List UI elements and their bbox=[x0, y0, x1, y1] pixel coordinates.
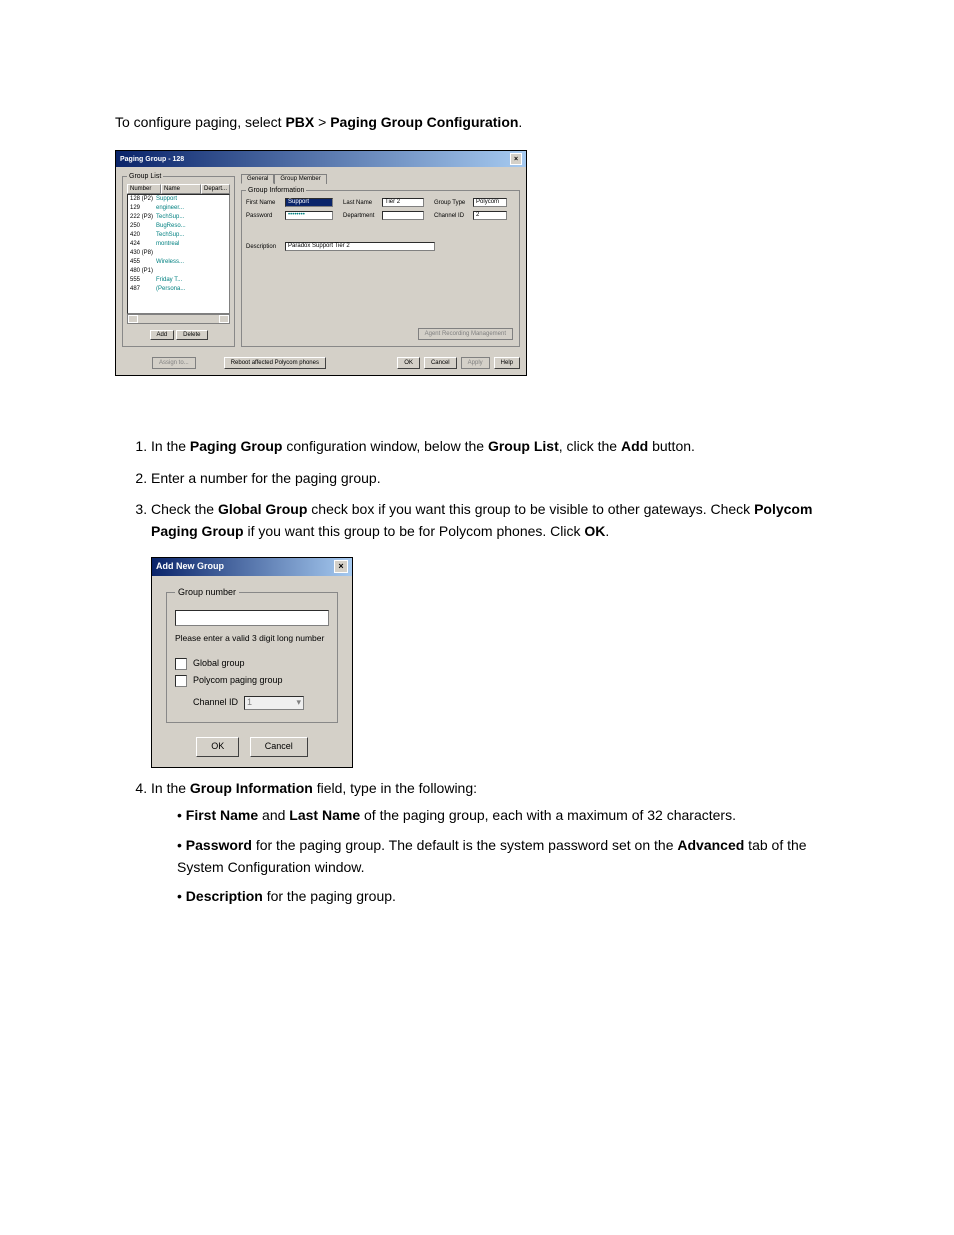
channelid-select[interactable]: 1▾ bbox=[244, 696, 304, 710]
add-button[interactable]: Add bbox=[150, 330, 175, 340]
cancel-button[interactable]: Cancel bbox=[250, 737, 308, 757]
col-dept[interactable]: Depart... bbox=[201, 184, 230, 194]
bullet-firstname-lastname: First Name and Last Name of the paging g… bbox=[177, 805, 839, 827]
department-label: Department bbox=[343, 213, 379, 219]
group-list-header: Number Name Depart... bbox=[127, 184, 230, 194]
close-icon[interactable]: × bbox=[510, 153, 522, 165]
window-title: Paging Group - 128 bbox=[120, 156, 184, 163]
group-number-input[interactable] bbox=[175, 610, 329, 626]
lastname-input[interactable]: Tier 2 bbox=[382, 198, 424, 207]
step-1: In the Paging Group configuration window… bbox=[151, 436, 839, 458]
table-row: 555Friday T... bbox=[128, 276, 229, 285]
col-number[interactable]: Number bbox=[127, 184, 161, 194]
ok-button[interactable]: OK bbox=[397, 357, 420, 369]
checkbox-icon[interactable] bbox=[175, 675, 187, 687]
group-information-legend: Group Information bbox=[246, 187, 306, 194]
checkbox-icon[interactable] bbox=[175, 658, 187, 670]
table-row: 250BugReso... bbox=[128, 222, 229, 231]
grouptype-label: Group Type bbox=[434, 200, 470, 206]
group-number-legend: Group number bbox=[175, 586, 239, 600]
cancel-button[interactable]: Cancel bbox=[424, 357, 457, 369]
group-list-panel: Group List Number Name Depart... 128 (P2… bbox=[122, 173, 235, 347]
step-2: Enter a number for the paging group. bbox=[151, 468, 839, 490]
apply-button: Apply bbox=[461, 357, 490, 369]
channelid-label: Channel ID bbox=[434, 213, 470, 219]
channelid-input[interactable]: 2 bbox=[473, 211, 507, 220]
reboot-polycom-button[interactable]: Reboot affected Polycom phones bbox=[224, 357, 326, 369]
step-4: In the Group Information field, type in … bbox=[151, 778, 839, 908]
global-group-checkbox[interactable]: Global group bbox=[175, 657, 329, 671]
firstname-label: First Name bbox=[246, 200, 282, 206]
table-row: 480 (P1) bbox=[128, 267, 229, 276]
close-icon[interactable]: × bbox=[334, 560, 348, 573]
window-footer: Assign to... Reboot affected Polycom pho… bbox=[116, 353, 526, 375]
table-row: 129engineer... bbox=[128, 204, 229, 213]
window-titlebar: Paging Group - 128 × bbox=[116, 151, 526, 167]
table-row: 222 (P3)TechSup... bbox=[128, 213, 229, 222]
step-3: Check the Global Group check box if you … bbox=[151, 499, 839, 767]
help-button[interactable]: Help bbox=[494, 357, 520, 369]
table-row: 430 (P8) bbox=[128, 249, 229, 258]
group-information-panel: Group Information First Name Support Las… bbox=[241, 187, 520, 347]
agent-recording-management-button[interactable]: Agent Recording Management bbox=[418, 328, 513, 340]
intro-line: To configure paging, select PBX > Paging… bbox=[115, 114, 839, 130]
bullet-description: Description for the paging group. bbox=[177, 886, 839, 908]
group-number-hint: Please enter a valid 3 digit long number bbox=[175, 632, 329, 645]
steps-list: In the Paging Group configuration window… bbox=[115, 436, 839, 908]
table-row: 424montreal bbox=[128, 240, 229, 249]
tabs: General Group Member bbox=[241, 173, 520, 183]
tab-group-member[interactable]: Group Member bbox=[274, 174, 326, 184]
tab-general[interactable]: General bbox=[241, 174, 274, 184]
dialog-titlebar: Add New Group × bbox=[152, 558, 352, 576]
table-row: 487(Persona... bbox=[128, 285, 229, 294]
h-scrollbar[interactable] bbox=[127, 314, 230, 324]
lastname-label: Last Name bbox=[343, 200, 379, 206]
group-number-fieldset: Group number Please enter a valid 3 digi… bbox=[166, 586, 338, 723]
password-label: Password bbox=[246, 213, 282, 219]
grouptype-input[interactable]: Polycom bbox=[473, 198, 507, 207]
firstname-input[interactable]: Support bbox=[285, 198, 333, 207]
channelid-label: Channel ID bbox=[193, 696, 238, 710]
polycom-paging-group-checkbox[interactable]: Polycom paging group bbox=[175, 674, 329, 688]
col-name[interactable]: Name bbox=[161, 184, 201, 194]
bullet-password: Password for the paging group. The defau… bbox=[177, 835, 839, 878]
group-list-rows[interactable]: 128 (P2)Support 129engineer... 222 (P3)T… bbox=[127, 194, 230, 314]
table-row: 455Wireless... bbox=[128, 258, 229, 267]
description-label: Description bbox=[246, 244, 282, 250]
add-new-group-dialog: Add New Group × Group number Please ente… bbox=[151, 557, 353, 768]
chevron-down-icon: ▾ bbox=[297, 696, 302, 710]
assignto-button: Assign to... bbox=[152, 357, 196, 369]
paging-group-window: Paging Group - 128 × Group List Number N… bbox=[115, 150, 527, 376]
delete-button[interactable]: Delete bbox=[176, 330, 207, 340]
table-row: 420TechSup... bbox=[128, 231, 229, 240]
password-input[interactable]: •••••••• bbox=[285, 211, 333, 220]
description-input[interactable]: Paradox Support Tier 2 bbox=[285, 242, 435, 251]
group-list-legend: Group List bbox=[127, 173, 163, 180]
table-row: 128 (P2)Support bbox=[128, 195, 229, 204]
dialog-title: Add New Group bbox=[156, 560, 224, 574]
department-input[interactable] bbox=[382, 211, 424, 220]
ok-button[interactable]: OK bbox=[196, 737, 239, 757]
